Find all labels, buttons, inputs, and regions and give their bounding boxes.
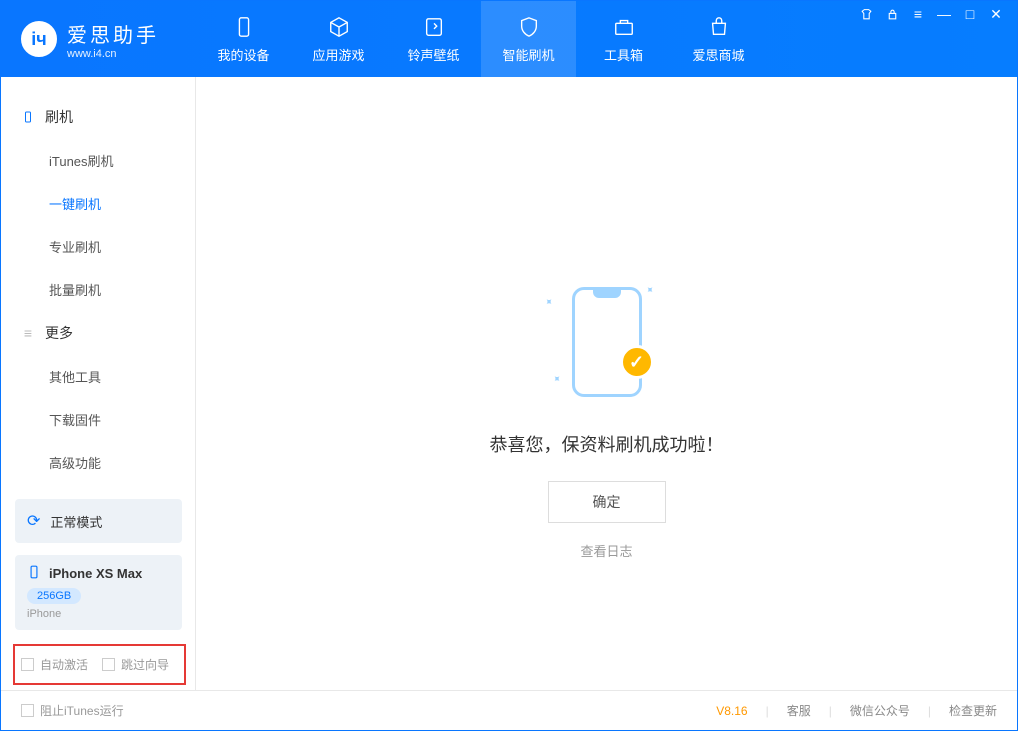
sidebar-item-advanced[interactable]: 高级功能	[1, 441, 195, 484]
footer-link-support[interactable]: 客服	[787, 702, 811, 719]
cube-icon	[327, 15, 351, 39]
tab-label: 应用游戏	[312, 45, 364, 64]
body-area: 刷机 iTunes刷机 一键刷机 专业刷机 批量刷机 ≡ 更多 其他工具 下载固…	[1, 77, 1017, 691]
logo-area: iч 爱思助手 www.i4.cn	[1, 19, 196, 60]
mode-card[interactable]: ⟳ 正常模式	[15, 499, 182, 543]
app-title: 爱思助手	[67, 19, 159, 48]
maximize-icon[interactable]: □	[963, 7, 977, 21]
checkbox-icon	[102, 658, 115, 671]
app-subtitle: www.i4.cn	[67, 48, 159, 60]
section-title: 刷机	[45, 107, 73, 127]
footer-link-check-update[interactable]: 检查更新	[949, 702, 997, 719]
tab-label: 我的设备	[217, 45, 269, 64]
success-illustration: ✦ ✦ ✦ ✓	[542, 277, 672, 407]
footer-right: V8.16 | 客服 | 微信公众号 | 检查更新	[716, 702, 997, 719]
tab-my-device[interactable]: 我的设备	[196, 1, 291, 77]
tab-label: 智能刷机	[502, 45, 554, 64]
tab-ringtones-wallpapers[interactable]: 铃声壁纸	[386, 1, 481, 77]
sync-icon: ⟳	[27, 511, 40, 531]
device-name-row: iPhone XS Max	[27, 565, 170, 582]
checkbox-auto-activate[interactable]: 自动激活	[21, 656, 88, 673]
success-message: 恭喜您，保资料刷机成功啦！	[490, 431, 724, 457]
window-controls: ≡ — □ ✕	[845, 1, 1017, 27]
nav-tabs: 我的设备 应用游戏 铃声壁纸 智能刷机 工具箱 爱思商城	[196, 1, 766, 77]
header: iч 爱思助手 www.i4.cn 我的设备 应用游戏 铃声壁纸 智能刷机 工具…	[1, 1, 1017, 77]
tab-toolbox[interactable]: 工具箱	[576, 1, 671, 77]
sidebar-bottom: ⟳ 正常模式 iPhone XS Max 256GB iPhone	[1, 499, 196, 630]
version-label: V8.16	[716, 704, 747, 718]
divider: |	[928, 704, 931, 718]
tab-store[interactable]: 爱思商城	[671, 1, 766, 77]
sparkle-icon: ✦	[549, 373, 563, 387]
shield-icon	[517, 15, 541, 39]
device-storage: 256GB	[27, 588, 81, 604]
checkbox-label: 跳过向导	[121, 656, 169, 673]
menu-small-icon: ≡	[21, 326, 35, 340]
device-name: iPhone XS Max	[49, 566, 142, 581]
sidebar-item-other-tools[interactable]: 其他工具	[1, 355, 195, 398]
phone-small-icon	[27, 565, 41, 582]
sidebar-section-more: ≡ 更多	[1, 311, 195, 355]
minimize-icon[interactable]: —	[937, 7, 951, 21]
sidebar-section-flash: 刷机	[1, 95, 195, 139]
tab-apps-games[interactable]: 应用游戏	[291, 1, 386, 77]
divider: |	[766, 704, 769, 718]
divider: |	[829, 704, 832, 718]
logo-text: 爱思助手 www.i4.cn	[67, 19, 159, 60]
checkbox-label: 自动激活	[40, 656, 88, 673]
main-content: ✦ ✦ ✦ ✓ 恭喜您，保资料刷机成功啦！ 确定 查看日志	[196, 77, 1017, 691]
sidebar-item-download-firmware[interactable]: 下载固件	[1, 398, 195, 441]
sidebar-item-oneclick-flash[interactable]: 一键刷机	[1, 182, 195, 225]
lock-icon[interactable]	[885, 7, 899, 21]
shirt-icon[interactable]	[859, 7, 873, 21]
tab-smart-flash[interactable]: 智能刷机	[481, 1, 576, 77]
app-logo-icon: iч	[21, 21, 57, 57]
sparkle-icon: ✦	[541, 296, 555, 310]
checkbox-icon	[21, 658, 34, 671]
check-badge-icon: ✓	[620, 345, 654, 379]
footer-link-wechat[interactable]: 微信公众号	[850, 702, 910, 719]
section-title: 更多	[45, 323, 73, 343]
checkbox-icon	[21, 704, 34, 717]
device-card[interactable]: iPhone XS Max 256GB iPhone	[15, 555, 182, 630]
sidebar-item-itunes-flash[interactable]: iTunes刷机	[1, 139, 195, 182]
sparkle-icon: ✦	[642, 284, 656, 298]
device-type: iPhone	[27, 608, 170, 620]
close-icon[interactable]: ✕	[989, 7, 1003, 21]
tab-label: 工具箱	[604, 45, 643, 64]
checkbox-skip-guide[interactable]: 跳过向导	[102, 656, 169, 673]
sidebar-item-batch-flash[interactable]: 批量刷机	[1, 268, 195, 311]
bottom-checks-highlight: 自动激活 跳过向导	[13, 644, 186, 685]
ok-button[interactable]: 确定	[548, 481, 666, 523]
checkbox-label: 阻止iTunes运行	[40, 702, 124, 719]
sidebar-item-pro-flash[interactable]: 专业刷机	[1, 225, 195, 268]
tab-label: 爱思商城	[692, 45, 744, 64]
footer: 阻止iTunes运行 V8.16 | 客服 | 微信公众号 | 检查更新	[1, 690, 1017, 730]
mode-label: 正常模式	[50, 512, 102, 531]
phone-icon	[572, 287, 642, 397]
device-small-icon	[21, 110, 35, 124]
bag-icon	[707, 15, 731, 39]
toolbox-icon	[612, 15, 636, 39]
checkbox-block-itunes[interactable]: 阻止iTunes运行	[21, 702, 124, 719]
sidebar: 刷机 iTunes刷机 一键刷机 专业刷机 批量刷机 ≡ 更多 其他工具 下载固…	[1, 77, 196, 691]
view-log-link[interactable]: 查看日志	[580, 541, 632, 560]
music-icon	[422, 15, 446, 39]
menu-icon[interactable]: ≡	[911, 7, 925, 21]
device-icon	[232, 15, 256, 39]
tab-label: 铃声壁纸	[407, 45, 459, 64]
phone-notch	[593, 290, 621, 298]
